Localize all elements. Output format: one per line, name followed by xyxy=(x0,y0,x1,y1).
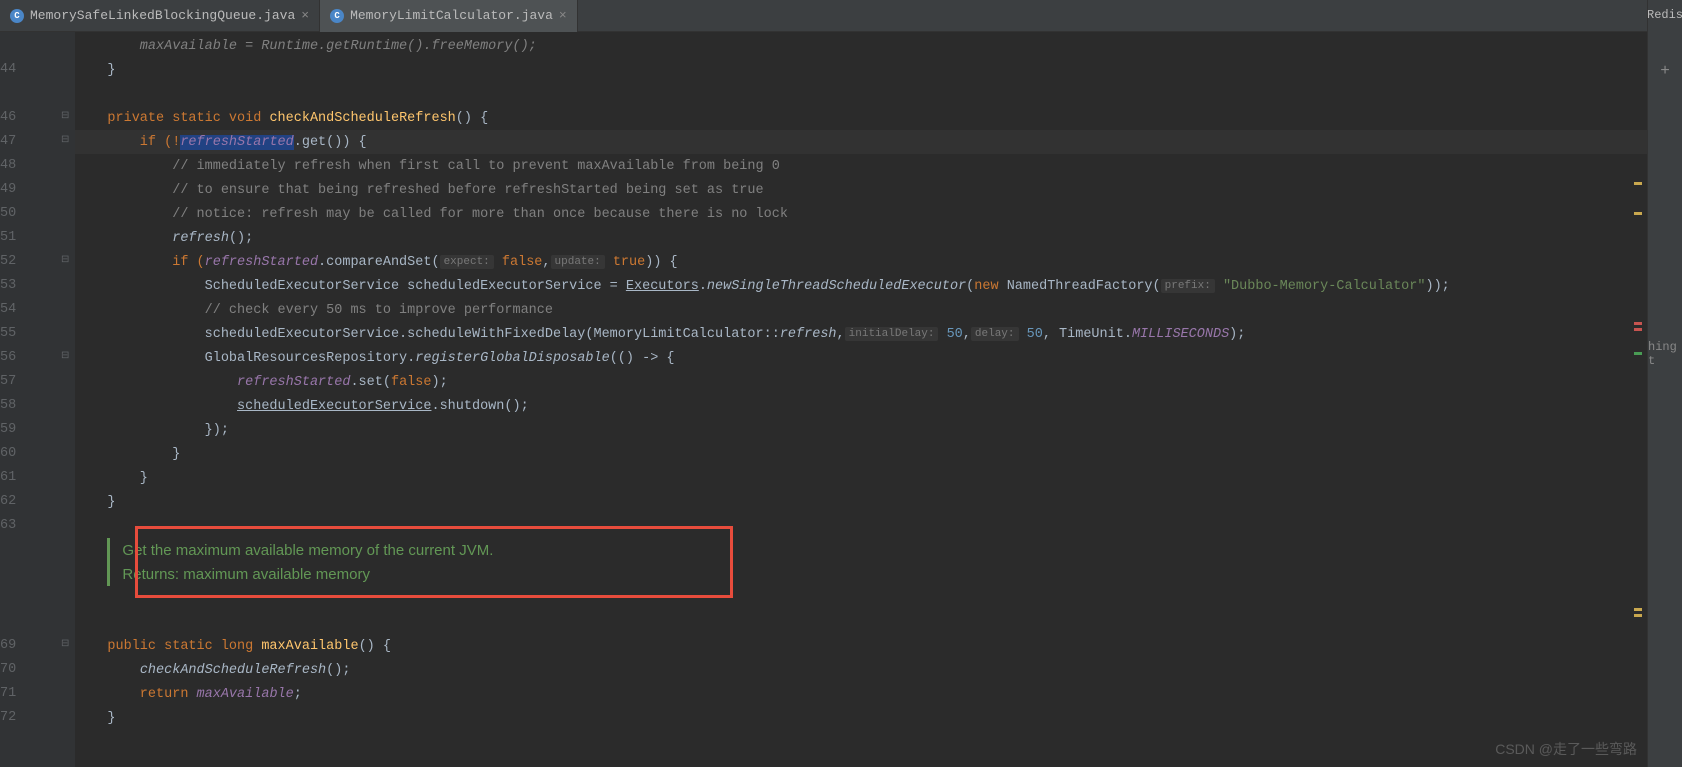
close-icon[interactable]: × xyxy=(559,8,567,23)
tab-file-1[interactable]: C MemorySafeLinkedBlockingQueue.java × xyxy=(0,0,320,32)
java-class-icon: C xyxy=(10,9,24,23)
code-content[interactable]: maxAvailable = Runtime.getRuntime().free… xyxy=(75,32,1647,767)
tab-bar: C MemorySafeLinkedBlockingQueue.java × C… xyxy=(0,0,1682,32)
line-number: 54 xyxy=(0,298,30,322)
close-icon[interactable]: × xyxy=(301,8,309,23)
line-number: 53 xyxy=(0,274,30,298)
warn-mark[interactable] xyxy=(1634,608,1642,611)
javadoc-summary: Get the maximum available memory of the … xyxy=(122,542,493,559)
line-number xyxy=(0,562,30,586)
warn-mark[interactable] xyxy=(1634,212,1642,215)
line-number: 48 xyxy=(0,154,30,178)
fold-icon[interactable]: ⊟ xyxy=(61,350,69,362)
line-number: 44 xyxy=(0,58,30,82)
line-number: 61 xyxy=(0,466,30,490)
line-number: 50 xyxy=(0,202,30,226)
error-mark[interactable] xyxy=(1634,322,1642,325)
line-number: 57 xyxy=(0,370,30,394)
line-number: 49 xyxy=(0,178,30,202)
line-number: 52 xyxy=(0,250,30,274)
watermark: CSDN @走了一些弯路 xyxy=(1495,739,1637,759)
line-number: 46 xyxy=(0,106,30,130)
warn-mark[interactable] xyxy=(1634,614,1642,617)
line-number: 47 xyxy=(0,130,30,154)
line-number: 56 xyxy=(0,346,30,370)
line-number: 59 xyxy=(0,418,30,442)
javadoc-returns: Returns: maximum available memory xyxy=(122,566,370,583)
fold-icon[interactable]: ⊟ xyxy=(61,638,69,650)
line-number: 69 xyxy=(0,634,30,658)
fold-icon[interactable]: ⊟ xyxy=(61,134,69,146)
editor[interactable]: 44 46 47 48 49 50 51 52 53 54 55 56 57 5… xyxy=(0,32,1647,767)
line-number xyxy=(0,610,30,634)
ok-mark[interactable] xyxy=(1634,352,1642,355)
line-number-gutter: 44 46 47 48 49 50 51 52 53 54 55 56 57 5… xyxy=(0,32,35,767)
line-number xyxy=(0,34,30,58)
gutter-annotations xyxy=(35,32,57,767)
java-class-icon: C xyxy=(330,9,344,23)
error-mark[interactable] xyxy=(1634,328,1642,331)
line-number: 60 xyxy=(0,442,30,466)
add-tool-icon[interactable]: + xyxy=(1660,62,1670,80)
warn-mark[interactable] xyxy=(1634,182,1642,185)
line-number: 55 xyxy=(0,322,30,346)
line-number: 72 xyxy=(0,706,30,730)
line-number xyxy=(0,538,30,562)
line-number: 70 xyxy=(0,658,30,682)
error-stripe[interactable] xyxy=(1631,32,1645,767)
line-number: 58 xyxy=(0,394,30,418)
tool-label[interactable]: Redis xyxy=(1647,8,1682,22)
fold-icon[interactable]: ⊟ xyxy=(61,254,69,266)
tab-file-2[interactable]: C MemoryLimitCalculator.java × xyxy=(320,0,578,32)
line-number: 51 xyxy=(0,226,30,250)
line-number xyxy=(0,82,30,106)
tool-extra: hing t xyxy=(1648,340,1682,368)
tab-label: MemoryLimitCalculator.java xyxy=(350,8,553,23)
line-number xyxy=(0,586,30,610)
line-number: 63 xyxy=(0,514,30,538)
line-number: 71 xyxy=(0,682,30,706)
tab-label: MemorySafeLinkedBlockingQueue.java xyxy=(30,8,295,23)
line-number: 62 xyxy=(0,490,30,514)
fold-gutter[interactable]: ⊟ ⊟ ⊟ ⊟ ⊟ xyxy=(57,32,75,767)
right-tool-panel: Redis + hing t xyxy=(1647,0,1682,767)
fold-icon[interactable]: ⊟ xyxy=(61,110,69,122)
